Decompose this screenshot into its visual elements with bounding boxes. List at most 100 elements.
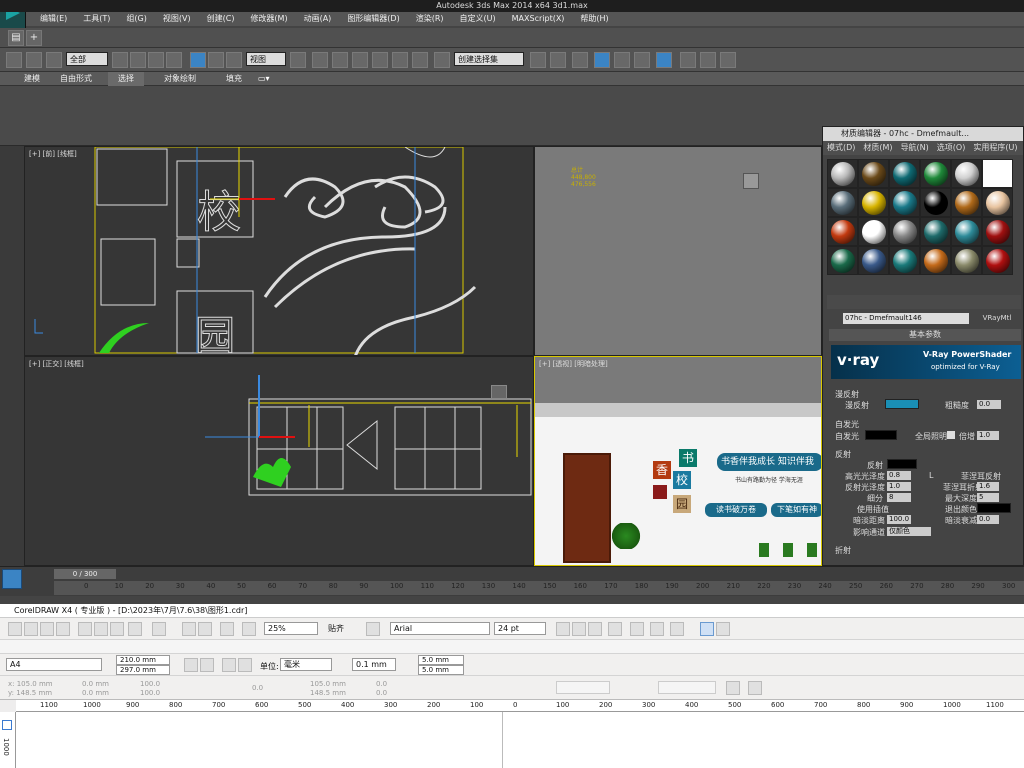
time-slider[interactable]: 0 / 300 — [54, 569, 116, 579]
curve-editor-icon[interactable] — [614, 52, 630, 68]
units-dropdown[interactable]: 毫米 — [280, 658, 332, 671]
diffuse-color-swatch[interactable] — [885, 399, 919, 409]
ribbon-tab-selection[interactable]: 选择 — [108, 72, 144, 86]
max-menu-item[interactable]: 组(G) — [118, 12, 154, 26]
ribbon-options-icon[interactable]: ▭▾ — [258, 72, 270, 86]
scale-icon[interactable] — [226, 52, 242, 68]
mat-menu-item[interactable]: 实用程序(U) — [969, 141, 1021, 155]
welcome-icon[interactable] — [242, 622, 256, 636]
rendered-frame-icon[interactable] — [700, 52, 716, 68]
drop-cap-icon[interactable] — [650, 622, 664, 636]
new-file-icon[interactable] — [8, 622, 22, 636]
max-menu-item[interactable]: 工具(T) — [75, 12, 118, 26]
landscape-icon[interactable] — [200, 658, 214, 672]
max-menu-item[interactable]: 图形编辑器(D) — [339, 12, 407, 26]
current-page-icon[interactable] — [238, 658, 252, 672]
material-slot[interactable] — [827, 188, 858, 217]
font-size-dropdown[interactable]: 24 pt — [494, 622, 546, 635]
save-icon[interactable] — [40, 622, 54, 636]
selection-filter-dropdown[interactable]: 全部 — [66, 52, 108, 66]
mat-menu-item[interactable]: 导航(N) — [897, 141, 933, 155]
track-bar-ruler[interactable]: 0 10 20 30 40 50 60 70 80 90 100 110 120 130 140 150 160… — [54, 581, 1024, 595]
material-slot[interactable] — [827, 217, 858, 246]
material-slot[interactable] — [889, 217, 920, 246]
mirror-icon[interactable] — [530, 52, 546, 68]
ribbon-tab-modeling[interactable]: 建模 — [24, 72, 40, 86]
max-menu-item[interactable]: 自定义(U) — [452, 12, 504, 26]
horizontal-ruler[interactable]: 1100 1000 900 800 700 600 500 400 300 200 100 0 100 2… — [16, 700, 1024, 712]
ribbon-tab-populate[interactable]: 填充 — [226, 72, 242, 86]
vertical-text-icon[interactable] — [716, 622, 730, 636]
material-name-field[interactable]: 07hc - Dmefmault146 — [843, 313, 969, 324]
max-menu-item[interactable]: MAXScript(X) — [504, 12, 573, 26]
material-slot[interactable] — [920, 188, 951, 217]
font-dropdown[interactable]: Arial — [390, 622, 490, 635]
add-icon[interactable]: + — [26, 30, 42, 46]
open-file-icon[interactable] — [24, 622, 38, 636]
material-slot[interactable] — [858, 246, 889, 275]
material-slot[interactable] — [951, 217, 982, 246]
italic-icon[interactable] — [572, 622, 586, 636]
material-type-button[interactable]: VRayMtl — [973, 313, 1021, 324]
redo-icon[interactable] — [152, 622, 166, 636]
max-menu-item[interactable]: 帮助(H) — [572, 12, 616, 26]
graphite-toggle-icon[interactable] — [594, 52, 610, 68]
mat-menu-item[interactable]: 选项(O) — [933, 141, 970, 155]
material-slot[interactable] — [889, 246, 920, 275]
page-size-dropdown[interactable]: A4 — [6, 658, 102, 671]
viewport-perspective[interactable]: [+] [透视] [明暗处理] 书香伴我成长 知识伴我 书山有路勤为径 学海无涯… — [534, 356, 822, 566]
material-slot[interactable] — [858, 159, 889, 188]
bullet-icon[interactable] — [630, 622, 644, 636]
window-crossing-icon[interactable] — [166, 52, 182, 68]
viewport-top[interactable]: 总计 448,800 476,556 — [534, 146, 822, 356]
select-manipulate-icon[interactable] — [312, 52, 328, 68]
exit-color-swatch[interactable] — [977, 503, 1011, 513]
outline-dropdown[interactable] — [556, 681, 610, 694]
page-height-field[interactable]: 297.0 mm — [116, 665, 170, 675]
link-icon[interactable] — [6, 52, 22, 68]
max-menu-item[interactable]: 创建(C) — [199, 12, 243, 26]
max-menu-item[interactable]: 动画(A) — [296, 12, 340, 26]
schematic-view-icon[interactable] — [634, 52, 650, 68]
material-slot[interactable] — [982, 217, 1013, 246]
material-slot[interactable] — [920, 159, 951, 188]
layer-manager-icon[interactable] — [572, 52, 588, 68]
pick-tool-icon[interactable] — [2, 720, 12, 730]
material-slot[interactable] — [858, 217, 889, 246]
pivot-center-icon[interactable] — [290, 52, 306, 68]
portrait-icon[interactable] — [184, 658, 198, 672]
material-slot[interactable] — [951, 246, 982, 275]
align-text-icon[interactable] — [608, 622, 622, 636]
select-object-icon[interactable] — [112, 52, 128, 68]
style-dropdown[interactable] — [658, 681, 716, 694]
hand-icon[interactable] — [726, 681, 740, 695]
material-slot[interactable] — [858, 188, 889, 217]
duplicate-x-field[interactable]: 5.0 mm — [418, 655, 464, 665]
material-slot[interactable] — [982, 246, 1013, 275]
vertical-ruler[interactable]: 1000 — [0, 712, 16, 768]
eyedropper-icon[interactable] — [748, 681, 762, 695]
bind-space-warp-icon[interactable] — [46, 52, 62, 68]
bold-icon[interactable] — [556, 622, 570, 636]
all-pages-icon[interactable] — [222, 658, 236, 672]
reference-coord-dropdown[interactable]: 视图 — [246, 52, 286, 66]
percent-snap-icon[interactable] — [392, 52, 408, 68]
viewport-layout-icon[interactable] — [2, 569, 22, 589]
snap-to-menu[interactable]: 贴齐 — [328, 623, 344, 634]
angle-snap-icon[interactable] — [372, 52, 388, 68]
rotate-icon[interactable] — [208, 52, 224, 68]
horizontal-text-icon[interactable] — [700, 622, 714, 636]
material-slot[interactable] — [920, 246, 951, 275]
mat-menu-item[interactable]: 模式(D) — [823, 141, 859, 155]
options-icon[interactable] — [366, 622, 380, 636]
material-slot[interactable] — [982, 188, 1013, 217]
rect-selection-icon[interactable] — [148, 52, 164, 68]
undo-icon[interactable] — [128, 622, 142, 636]
self-illum-swatch[interactable] — [865, 430, 897, 440]
render-production-icon[interactable] — [720, 52, 736, 68]
material-slot[interactable] — [889, 188, 920, 217]
material-slot[interactable] — [951, 188, 982, 217]
drawing-canvas[interactable] — [16, 712, 1024, 768]
keyboard-shortcut-icon[interactable] — [332, 52, 348, 68]
export-icon[interactable] — [198, 622, 212, 636]
